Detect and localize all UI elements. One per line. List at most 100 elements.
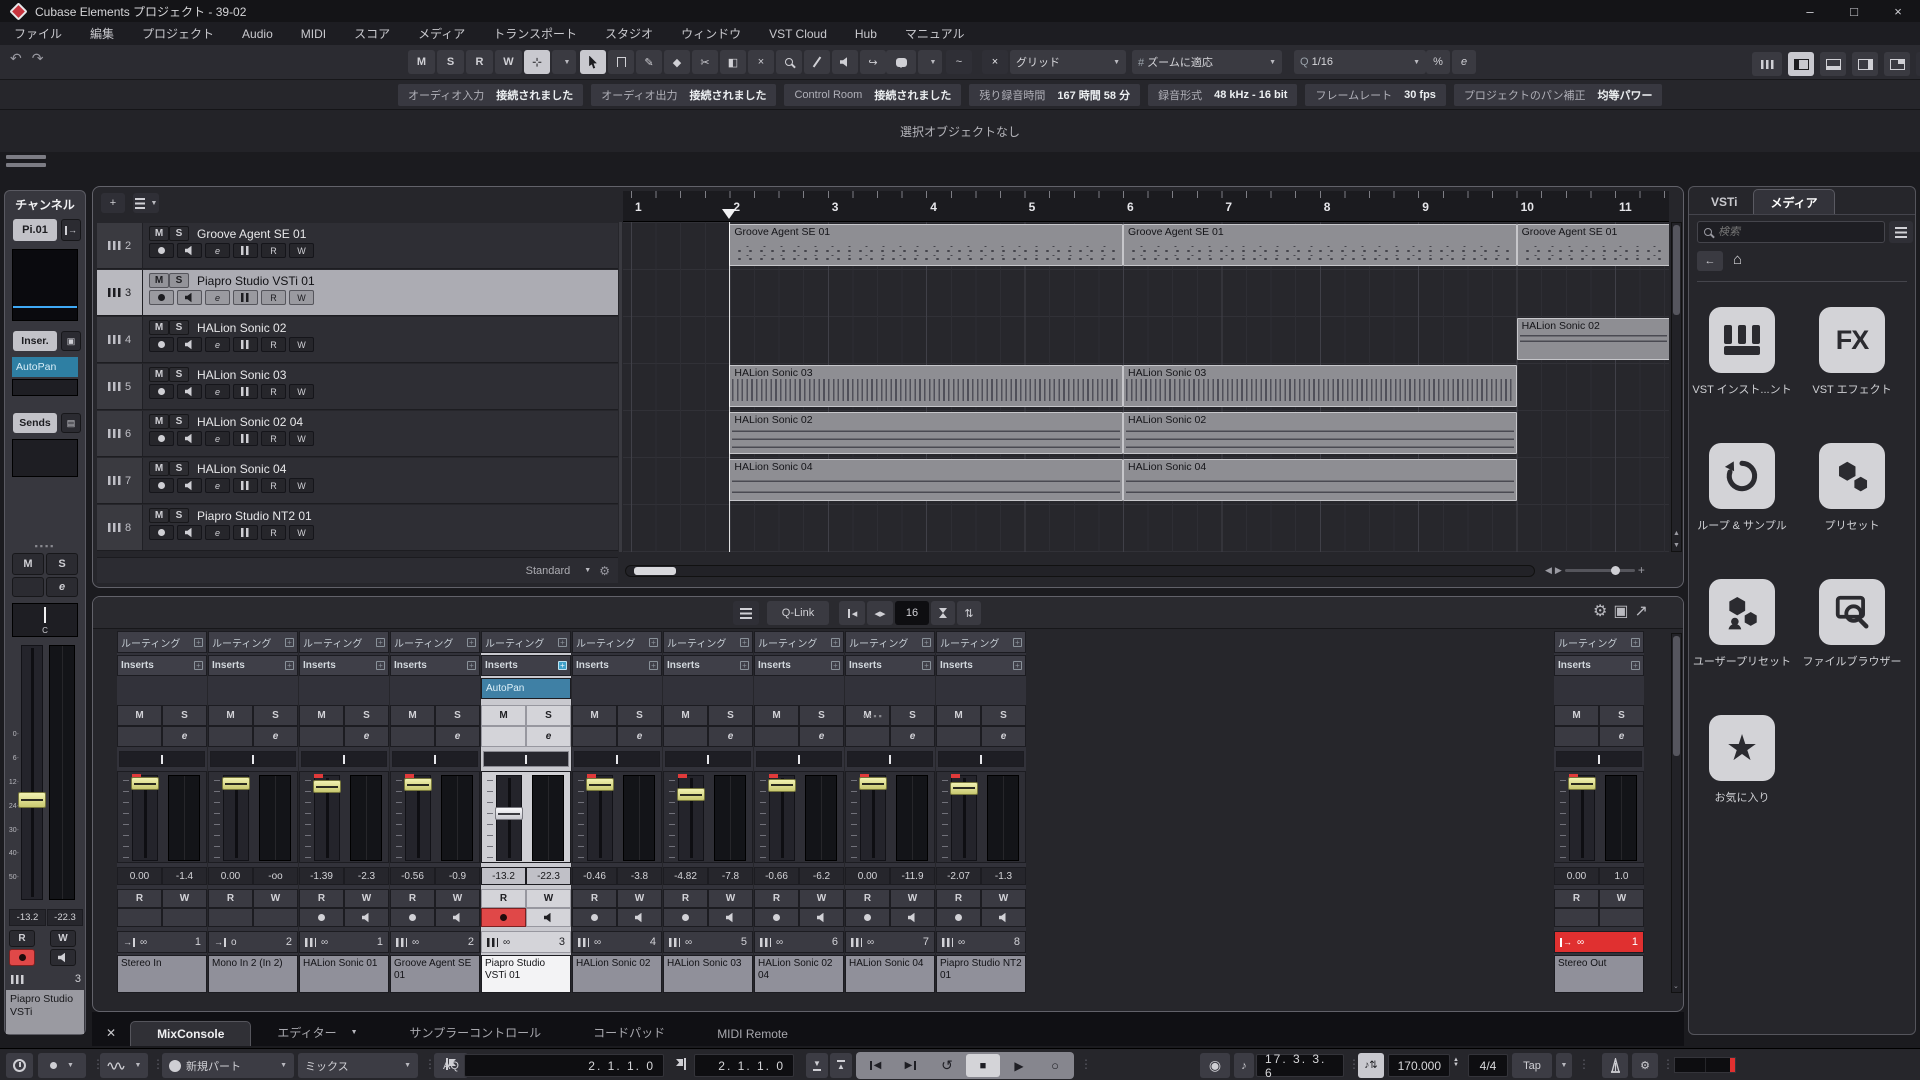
strip-pan-control[interactable] <box>938 751 1024 767</box>
inserts-bypass-icon[interactable]: ▣ <box>61 331 81 351</box>
strip-listen-button[interactable] <box>936 726 981 747</box>
mixer-strip-instrument[interactable]: ルーティング+Inserts+AutoPanMSe-13.2-22.3RW∞3P… <box>481 631 571 993</box>
strip-monitor-icon[interactable] <box>162 908 207 927</box>
strip-read-button[interactable]: R <box>208 889 253 908</box>
search-input[interactable] <box>1718 226 1858 238</box>
tempo-field[interactable]: 170.000 <box>1388 1054 1450 1077</box>
strip-insert-slot[interactable]: AutoPan <box>481 678 571 699</box>
inserts-expand-icon[interactable]: + <box>922 661 931 670</box>
redo-icon[interactable]: ↷ <box>32 50 44 67</box>
strip-routing-rack[interactable]: ルーティング+ <box>481 631 571 653</box>
horizontal-scrollbar[interactable] <box>625 565 1535 577</box>
media-tile-keyboard[interactable] <box>1709 307 1775 373</box>
track-row[interactable]: 7MSHALion Sonic 04eRW <box>97 458 618 504</box>
track-monitor-icon[interactable] <box>177 525 202 540</box>
track-instrument-icon[interactable] <box>233 478 258 493</box>
mixconsole-scrollbar[interactable]: ⌄ <box>1671 633 1682 993</box>
strip-fader-handle[interactable] <box>677 788 705 801</box>
inserts-expand-icon[interactable]: + <box>649 661 658 670</box>
strip-write-button[interactable]: W <box>799 889 844 908</box>
strip-name-label[interactable]: Stereo In <box>117 955 207 993</box>
right-locator-field[interactable]: 2. 1. 1. 0 <box>694 1054 794 1077</box>
strip-fader-handle[interactable] <box>495 807 523 820</box>
audio-waveform-mode-button[interactable]: ▼ <box>100 1053 148 1078</box>
mix-scroll-down-icon[interactable]: ⌄ <box>1673 982 1679 990</box>
punch-in-icon[interactable]: ▼ <box>806 1053 828 1078</box>
inserts-expand-icon[interactable]: + <box>831 661 840 670</box>
strip-mute-button[interactable]: M <box>208 705 253 726</box>
inserts-expand-icon[interactable]: + <box>194 661 203 670</box>
strip-name-label[interactable]: HALion Sonic 02 04 <box>754 955 844 993</box>
strip-volume-value[interactable]: -0.56 <box>390 867 435 885</box>
strip-mute-button[interactable]: M <box>481 705 526 726</box>
split-tool-icon[interactable]: ✂ <box>692 50 718 74</box>
menu-VST Cloud[interactable]: VST Cloud <box>755 27 841 41</box>
strip-solo-button[interactable]: S <box>526 705 571 726</box>
track-read-button[interactable]: R <box>261 384 286 399</box>
midi-record-mode-dropdown[interactable]: 新規パート▼ <box>162 1053 294 1078</box>
strip-write-button[interactable]: W <box>526 889 571 908</box>
routing-expand-icon[interactable]: + <box>649 638 658 647</box>
strip-inserts-rack[interactable]: Inserts+ <box>481 655 571 676</box>
strip-routing-rack[interactable]: ルーティング+ <box>845 631 935 653</box>
inserts-expand-icon[interactable]: + <box>1631 661 1640 670</box>
strip-pan-control[interactable] <box>756 751 842 767</box>
info-item[interactable]: オーディオ入力接続されました <box>398 84 583 106</box>
menu-プロジェクト[interactable]: プロジェクト <box>128 25 228 42</box>
strip-listen-button[interactable] <box>117 726 162 747</box>
channel-solo-button[interactable]: S <box>46 553 78 575</box>
strip-name-label[interactable]: Piapro Studio VSTi 01 <box>481 955 571 993</box>
tab-サンプラーコントロール[interactable]: サンプラーコントロール <box>384 1019 568 1046</box>
strip-routing-rack[interactable]: ルーティング+ <box>572 631 662 653</box>
strip-write-button[interactable]: W <box>708 889 753 908</box>
track-name[interactable]: HALion Sonic 04 <box>197 462 286 476</box>
object-select-combo-icon[interactable]: ⊹ <box>524 50 550 74</box>
strip-monitor-icon[interactable] <box>617 908 662 927</box>
channel-fader-track[interactable] <box>21 645 43 900</box>
toolbar-setup-gear-icon[interactable]: ⚙ <box>1916 52 1920 76</box>
strip-name-label[interactable]: Piapro Studio NT2 01 <box>936 955 1026 993</box>
strip-monitor-icon[interactable] <box>1599 908 1644 927</box>
strip-solo-button[interactable]: S <box>890 705 935 726</box>
strip-pan-control[interactable] <box>119 751 205 767</box>
strip-solo-button[interactable]: S <box>253 705 298 726</box>
media-list-view-icon[interactable] <box>1889 221 1913 243</box>
strip-mute-button[interactable]: M <box>1554 705 1599 726</box>
go-to-start-button[interactable]: ◀ <box>858 1054 892 1077</box>
track-row[interactable]: 2MSGroove Agent SE 01eRW <box>97 223 618 269</box>
strip-listen-button[interactable] <box>845 726 890 747</box>
strip-read-button[interactable]: R <box>390 889 435 908</box>
strip-fader-handle[interactable] <box>404 778 432 791</box>
quantize-dropdown[interactable]: Q 1/16▼ <box>1294 50 1426 74</box>
media-tile-fx[interactable]: FX <box>1819 307 1885 373</box>
strip-record-button[interactable] <box>481 908 526 927</box>
strip-channel-row[interactable]: ∞7 <box>845 931 935 953</box>
time-format-note-icon[interactable]: ♪ <box>1234 1053 1254 1078</box>
inserts-expand-icon[interactable]: + <box>285 661 294 670</box>
color-tool-icon[interactable]: ↪ <box>860 50 886 74</box>
track-solo-button[interactable]: S <box>169 508 189 523</box>
strip-edit-button[interactable]: e <box>344 726 389 747</box>
strip-name-label[interactable]: HALion Sonic 03 <box>663 955 753 993</box>
marker-bubble-icon[interactable] <box>886 50 916 74</box>
track-row[interactable]: 6MSHALion Sonic 02 04eRW <box>97 411 618 457</box>
strip-record-button[interactable] <box>663 908 708 927</box>
scroll-left-icon[interactable]: ◀ <box>1545 565 1552 576</box>
menu-MIDI[interactable]: MIDI <box>287 27 340 41</box>
draw-tool-icon[interactable]: ✎ <box>636 50 662 74</box>
strip-monitor-icon[interactable] <box>435 908 480 927</box>
strip-pan-control[interactable] <box>301 751 387 767</box>
strip-fader-handle[interactable] <box>1568 777 1596 790</box>
transport-settings-gear-icon[interactable]: ⚙ <box>1632 1053 1658 1078</box>
strip-volume-value[interactable]: -0.66 <box>754 867 799 885</box>
strip-listen-button[interactable] <box>481 726 526 747</box>
strip-routing-rack[interactable]: ルーティング+ <box>390 631 480 653</box>
insert-slot-autopan[interactable]: AutoPan <box>12 357 78 377</box>
strip-volume-value[interactable]: -1.39 <box>299 867 344 885</box>
strip-edit-button[interactable]: e <box>981 726 1026 747</box>
channel-export-icon[interactable]: → <box>61 219 81 241</box>
clip-led[interactable] <box>678 774 687 778</box>
strip-read-button[interactable]: R <box>754 889 799 908</box>
track-mute-button[interactable]: M <box>149 461 169 476</box>
strip-listen-button[interactable] <box>572 726 617 747</box>
